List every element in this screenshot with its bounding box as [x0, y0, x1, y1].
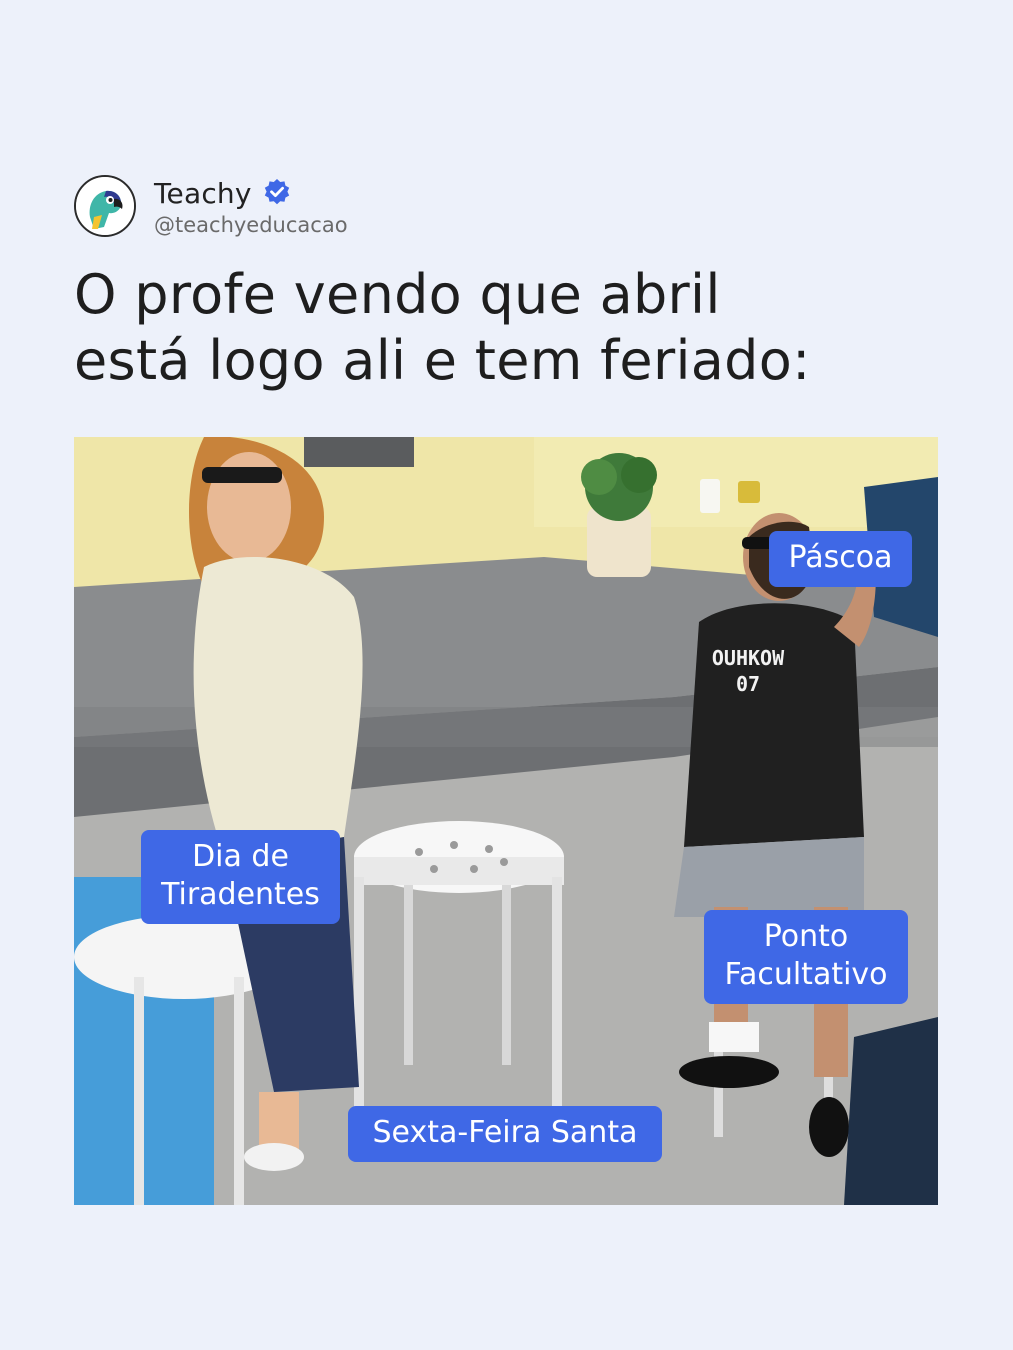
label-ponto-facultativo: Ponto Facultativo [704, 910, 908, 1004]
parrot-logo-icon [76, 177, 134, 235]
account-name[interactable]: Teachy [154, 177, 252, 210]
label-sexta-feira-santa: Sexta-Feira Santa [348, 1106, 662, 1162]
avatar[interactable] [74, 175, 136, 237]
label-dia-de-tiradentes: Dia de Tiradentes [141, 830, 340, 924]
verified-badge-icon [264, 179, 289, 205]
account-handle[interactable]: @teachyeducacao [154, 213, 348, 237]
post-caption: O profe vendo que abril está logo ali e … [74, 263, 811, 392]
social-post: Teachy @teachyeducacao O profe vendo que… [0, 0, 1013, 1350]
label-pascoa: Páscoa [769, 531, 912, 587]
shirt-print: OUHKOW 07 [711, 646, 785, 696]
